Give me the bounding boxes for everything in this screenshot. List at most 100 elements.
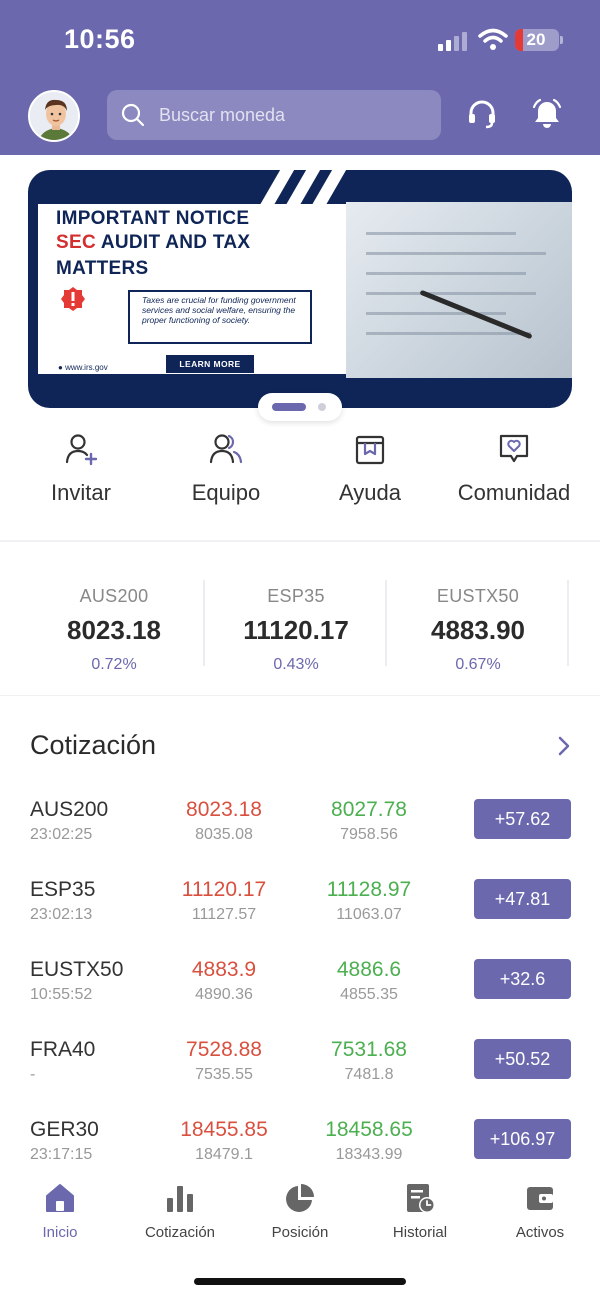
quick-action-label: Comunidad — [457, 480, 571, 505]
tab-posicion[interactable]: Posición — [240, 1182, 360, 1241]
chevron-right-icon[interactable] — [556, 736, 572, 756]
quote-ask: 18458.65 — [325, 1118, 413, 1141]
quote-bid-sub: 4890.36 — [195, 986, 253, 1003]
quote-ask: 4886.6 — [336, 958, 402, 981]
quote-symbol: ESP35 — [30, 878, 96, 901]
search-input[interactable] — [159, 90, 429, 140]
headset-icon[interactable] — [466, 98, 498, 130]
quote-bid: 7528.88 — [186, 1038, 262, 1061]
quote-bid-sub: 7535.55 — [195, 1066, 253, 1083]
banner-title-line1: IMPORTANT NOTICE — [56, 208, 250, 229]
wallet-icon — [527, 1187, 553, 1210]
banner-tax-form-image — [346, 202, 572, 378]
banner-url: ● www.irs.gov — [58, 363, 108, 372]
banner-body-text: Taxes are crucial for funding government… — [128, 290, 312, 344]
quote-time: - — [30, 1066, 36, 1083]
battery-cap — [560, 36, 563, 44]
index-value: 8023.18 — [67, 615, 161, 645]
quote-row[interactable]: AUS200 23:02:25 8023.18 8035.08 8027.78 … — [0, 798, 600, 878]
tab-label: Cotización — [144, 1224, 216, 1241]
quote-ask-sub: 7481.8 — [344, 1066, 394, 1083]
quote-ask: 8027.78 — [331, 798, 407, 821]
quote-change-badge[interactable]: +32.6 — [474, 959, 571, 999]
quote-change-badge[interactable]: +106.97 — [474, 1119, 571, 1159]
promo-banner[interactable]: IMPORTANT NOTICE SEC AUDIT AND TAX MATTE… — [28, 170, 572, 408]
quote-bid: 8023.18 — [186, 798, 262, 821]
wifi-icon — [478, 28, 508, 50]
tab-cotizacion[interactable]: Cotización — [120, 1182, 240, 1241]
app-header: 10:56 20 — [0, 0, 600, 155]
carousel-dot[interactable] — [318, 403, 326, 411]
banner-sec-highlight: SEC — [56, 232, 96, 253]
banner-url-text: www.irs.gov — [65, 363, 108, 372]
section-divider — [0, 695, 600, 696]
index-card-esp35[interactable]: ESP35 11120.17 0.43% — [205, 586, 387, 674]
quote-ask: 11128.97 — [326, 878, 412, 901]
quote-ask-sub: 4855.35 — [340, 986, 398, 1003]
quote-row[interactable]: FRA40 - 7528.88 7535.55 7531.68 7481.8 +… — [0, 1038, 600, 1118]
index-card-aus200[interactable]: AUS200 8023.18 0.72% — [23, 586, 205, 674]
quote-ask: 7531.68 — [331, 1038, 407, 1061]
quote-row[interactable]: EUSTX50 10:55:52 4883.9 4890.36 4886.6 4… — [0, 958, 600, 1038]
pie-chart-icon — [286, 1184, 314, 1212]
banner-title-line2: SEC AUDIT AND TAX — [56, 232, 250, 254]
cellular-signal-icon — [438, 32, 467, 51]
community-chat-icon — [499, 434, 529, 463]
avatar-icon — [30, 92, 78, 140]
avatar[interactable] — [28, 90, 80, 142]
search-icon — [121, 103, 145, 127]
quote-bid-sub: 11127.57 — [191, 906, 257, 923]
invite-user-icon — [65, 434, 98, 466]
quote-symbol: FRA40 — [30, 1038, 96, 1061]
index-change: 0.72% — [91, 656, 137, 673]
history-icon — [407, 1184, 435, 1213]
team-icon — [209, 434, 243, 464]
quote-change-badge[interactable]: +50.52 — [474, 1039, 571, 1079]
tab-label: Historial — [392, 1224, 448, 1241]
quote-time: 23:02:25 — [30, 826, 93, 843]
alert-icon — [61, 287, 85, 311]
index-name: ESP35 — [267, 586, 325, 606]
quotes-section-title: Cotización — [30, 730, 157, 760]
tab-inicio[interactable]: Inicio — [0, 1182, 120, 1241]
tab-label: Posición — [271, 1224, 329, 1241]
tab-activos[interactable]: Activos — [480, 1182, 600, 1241]
tab-label: Activos — [515, 1224, 565, 1241]
index-separator — [567, 580, 569, 666]
home-indicator[interactable] — [194, 1278, 406, 1285]
index-change: 0.43% — [273, 656, 319, 673]
quote-symbol: GER30 — [30, 1118, 99, 1141]
quote-time: 23:02:13 — [30, 906, 93, 923]
index-value: 11120.17 — [243, 615, 349, 645]
help-book-icon — [355, 435, 385, 465]
carousel-dot-active[interactable] — [272, 403, 306, 411]
index-card-eustx50[interactable]: EUSTX50 4883.90 0.67% — [387, 586, 569, 674]
battery-level: 20 — [526, 30, 546, 49]
quote-ask-sub: 11063.07 — [336, 906, 402, 923]
quote-bid: 11120.17 — [181, 878, 267, 901]
home-icon — [46, 1184, 74, 1212]
bell-icon[interactable] — [531, 98, 563, 130]
search-bar[interactable] — [107, 90, 441, 140]
learn-more-button[interactable]: LEARN MORE — [166, 355, 254, 373]
index-change: 0.67% — [455, 656, 501, 673]
quote-change-badge[interactable]: +47.81 — [474, 879, 571, 919]
tab-historial[interactable]: Historial — [360, 1182, 480, 1241]
quote-change-badge[interactable]: +57.62 — [474, 799, 571, 839]
battery-indicator: 20 — [515, 29, 559, 51]
quote-row[interactable]: ESP35 23:02:13 11120.17 11127.57 11128.9… — [0, 878, 600, 958]
quote-time: 10:55:52 — [30, 986, 93, 1003]
quick-action-help[interactable]: Ayuda — [295, 432, 445, 506]
carousel-indicator[interactable] — [258, 393, 342, 421]
quote-bid-sub: 18479.1 — [195, 1146, 253, 1163]
index-name: EUSTX50 — [436, 586, 520, 606]
quote-symbol: AUS200 — [30, 798, 109, 821]
quote-bid: 18455.85 — [180, 1118, 268, 1141]
quick-action-community[interactable]: Comunidad — [439, 432, 589, 506]
quote-bid: 4883.9 — [191, 958, 257, 981]
quick-action-invite[interactable]: Invitar — [6, 432, 156, 506]
quote-symbol: EUSTX50 — [30, 958, 124, 981]
quick-action-team[interactable]: Equipo — [151, 432, 301, 506]
index-name: AUS200 — [79, 586, 149, 606]
quote-time: 23:17:15 — [30, 1146, 93, 1163]
